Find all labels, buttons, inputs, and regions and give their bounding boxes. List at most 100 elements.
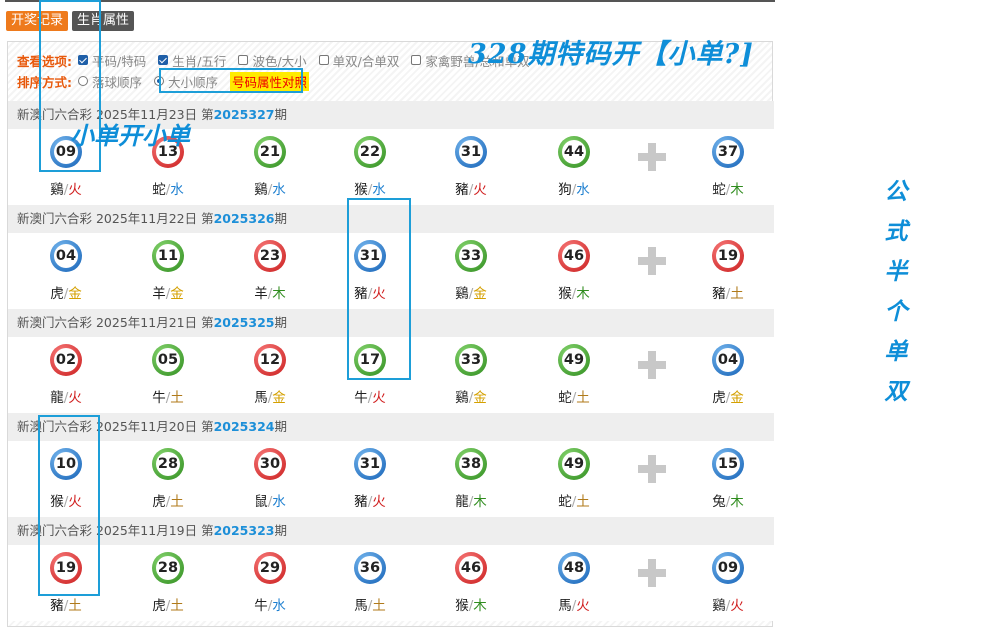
zodiac: 虎: [152, 494, 166, 510]
green-ball: 49: [558, 344, 590, 376]
special-ball-cell: 09 鷄/火: [698, 545, 758, 621]
vertical-char: 式: [884, 218, 908, 245]
element: 金: [730, 390, 744, 406]
draw-header: 新澳门六合彩 2025年11月20日 第2025324期: [8, 413, 774, 441]
zodiac: 鷄: [455, 286, 469, 302]
vertical-char: 半: [884, 258, 908, 285]
red-ball: 30: [254, 448, 286, 480]
zodiac: 鷄: [254, 182, 268, 198]
ball-cell: 31 豬/火: [340, 441, 400, 517]
zodiac-element: 鷄/火: [698, 594, 758, 614]
checkbox[interactable]: [411, 55, 422, 65]
zodiac: 龍: [50, 390, 64, 406]
green-ball: 21: [254, 136, 286, 168]
plus-icon: [638, 455, 666, 483]
draw-date-label: 新澳门六合彩 2025年11月22日 第: [17, 211, 214, 226]
vertical-char: 个: [884, 298, 908, 325]
zodiac: 馬: [354, 598, 368, 614]
blue-ball: 04: [50, 240, 82, 272]
plus-icon: [638, 247, 666, 275]
element: 木: [473, 494, 487, 510]
blue-ball: 31: [354, 448, 386, 480]
ball-cell: 12 馬/金: [240, 337, 300, 413]
zodiac: 牛: [254, 598, 268, 614]
element: 火: [372, 494, 386, 510]
zodiac: 豬: [712, 286, 726, 302]
issue-suffix: 期: [274, 107, 287, 122]
zodiac: 牛: [354, 390, 368, 406]
zodiac-element: 豬/土: [36, 594, 96, 614]
zodiac-element: 豬/火: [441, 178, 501, 198]
zodiac-element: 虎/土: [138, 594, 198, 614]
ball-cell: 33 鷄/金: [441, 233, 501, 309]
draw-record: 新澳门六合彩 2025年11月19日 第2025323期 19 豬/土 28 虎/土 29…: [8, 517, 774, 621]
ball-cell: 46 猴/木: [544, 233, 604, 309]
green-ball: 33: [455, 240, 487, 272]
zodiac: 鼠: [254, 494, 268, 510]
zodiac-element: 豬/土: [698, 282, 758, 302]
element: 火: [730, 598, 744, 614]
red-ball: 19: [712, 240, 744, 272]
issue-number[interactable]: 2025324: [214, 419, 275, 434]
element: 金: [272, 390, 286, 406]
annotation-box: [347, 198, 411, 380]
zodiac: 鷄: [455, 390, 469, 406]
issue-number[interactable]: 2025323: [214, 523, 275, 538]
zodiac-element: 兔/木: [698, 490, 758, 510]
issue-suffix: 期: [274, 211, 287, 226]
zodiac-element: 羊/金: [138, 282, 198, 302]
issue-suffix: 期: [274, 315, 287, 330]
zodiac-element: 鷄/火: [36, 178, 96, 198]
element: 火: [68, 390, 82, 406]
ball-cell: 28 虎/土: [138, 441, 198, 517]
draw-record: 新澳门六合彩 2025年11月20日 第2025324期 10 猴/火 28 虎/土 30…: [8, 413, 774, 517]
option-odd-even[interactable]: 单双/合单双: [318, 51, 399, 70]
zodiac-element: 牛/火: [340, 386, 400, 406]
ball-cell: 46 猴/木: [441, 545, 501, 621]
special-ball-cell: 37 蛇/木: [698, 129, 758, 205]
zodiac-element: 蛇/土: [544, 386, 604, 406]
zodiac: 豬: [354, 494, 368, 510]
element: 土: [170, 494, 184, 510]
ball-cell: 05 牛/土: [138, 337, 198, 413]
element: 金: [473, 286, 487, 302]
red-ball: 23: [254, 240, 286, 272]
element: 土: [576, 390, 590, 406]
zodiac: 羊: [254, 286, 268, 302]
element: 火: [68, 182, 82, 198]
element: 木: [473, 598, 487, 614]
green-ball: 11: [152, 240, 184, 272]
zodiac-element: 鷄/金: [441, 386, 501, 406]
checkbox[interactable]: [238, 55, 249, 65]
ball-cell: 11 羊/金: [138, 233, 198, 309]
issue-number[interactable]: 2025325: [214, 315, 275, 330]
issue-number[interactable]: 2025326: [214, 211, 275, 226]
zodiac-element: 馬/土: [340, 594, 400, 614]
zodiac: 猴: [354, 182, 368, 198]
issue-number[interactable]: 2025327: [214, 107, 275, 122]
option-color-size[interactable]: 波色/大小: [238, 51, 307, 70]
ball-cell: 28 虎/土: [138, 545, 198, 621]
annotation-box: [159, 68, 303, 93]
plus-icon: [638, 351, 666, 379]
ball-cell: 21 鷄/水: [240, 129, 300, 205]
zodiac: 馬: [254, 390, 268, 406]
red-ball: 02: [50, 344, 82, 376]
draw-date-label: 新澳门六合彩 2025年11月21日 第: [17, 315, 214, 330]
ball-cell: 23 羊/木: [240, 233, 300, 309]
annotation-box: [38, 415, 100, 596]
element: 水: [372, 182, 386, 198]
zodiac: 龍: [455, 494, 469, 510]
red-ball: 46: [455, 552, 487, 584]
special-ball-cell: 04 虎/金: [698, 337, 758, 413]
zodiac-element: 虎/土: [138, 490, 198, 510]
zodiac-element: 蛇/土: [544, 490, 604, 510]
zodiac: 羊: [152, 286, 166, 302]
red-ball: 29: [254, 552, 286, 584]
zodiac-element: 鷄/金: [441, 282, 501, 302]
checkbox[interactable]: [158, 55, 169, 65]
blue-ball: 36: [354, 552, 386, 584]
element: 金: [170, 286, 184, 302]
checkbox[interactable]: [318, 55, 329, 65]
option-zodiac-element[interactable]: 生肖/五行: [158, 51, 226, 70]
